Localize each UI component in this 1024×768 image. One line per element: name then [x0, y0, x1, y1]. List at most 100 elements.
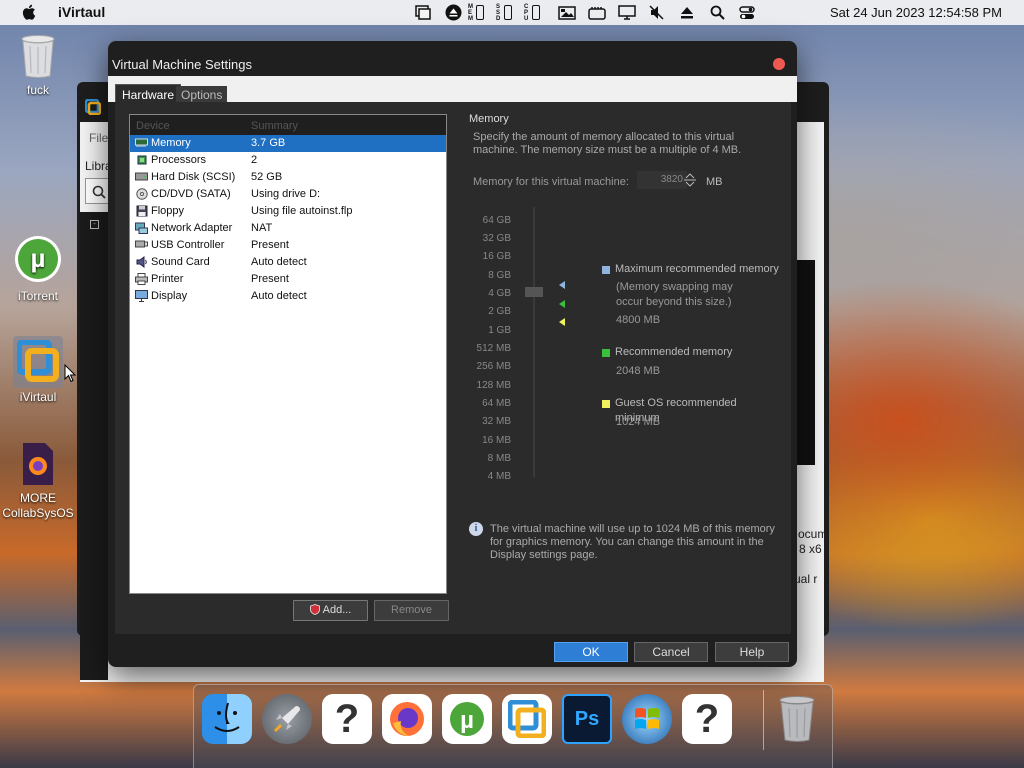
memory-input[interactable]: 3820: [637, 171, 687, 189]
desktop-icon-more-collabsysos[interactable]: MORE CollabSysOS: [0, 442, 76, 521]
scale-label: 4 MB: [487, 471, 511, 482]
column-device[interactable]: Device: [136, 120, 170, 132]
library-tree[interactable]: -: [80, 212, 108, 680]
device-row-printer[interactable]: Printer Present: [130, 271, 446, 288]
trash-icon: [779, 696, 815, 742]
graphics-memory-note: The virtual machine will use up to 1024 …: [490, 523, 775, 561]
desktop-icon-label: iVirtaul: [19, 390, 57, 404]
search-icon: [92, 185, 106, 199]
device-row-cd-dvd[interactable]: CD/DVD (SATA) Using drive D:: [130, 186, 446, 203]
wifi-sync-icon[interactable]: [408, 3, 438, 23]
dock-photoshop[interactable]: Ps: [562, 694, 612, 744]
desktop-icon-itorrent[interactable]: µ iTorrent: [0, 234, 76, 304]
svg-text:µ: µ: [31, 243, 46, 273]
eject-circle-icon[interactable]: [438, 3, 468, 23]
dialog-title: Virtual Machine Settings: [112, 57, 252, 72]
column-summary[interactable]: Summary: [251, 120, 298, 132]
ssd-gauge-icon: [504, 5, 512, 20]
ssd-status[interactable]: SSD: [496, 3, 524, 23]
memory-field-label: Memory for this virtual machine:: [473, 176, 629, 188]
device-row-network-adapter[interactable]: Network Adapter NAT: [130, 220, 446, 237]
memory-slider-track[interactable]: [533, 207, 535, 477]
legend-swatch-guest-minimum: [602, 400, 610, 408]
mouse-pointer-icon: [64, 364, 76, 383]
network-icon: [135, 222, 148, 234]
cancel-button[interactable]: Cancel: [634, 642, 708, 662]
collapse-icon[interactable]: -: [90, 220, 99, 229]
apple-logo-icon[interactable]: [22, 3, 38, 21]
card-icon[interactable]: [582, 3, 612, 23]
image-icon[interactable]: [552, 3, 582, 23]
device-row-hard-disk[interactable]: Hard Disk (SCSI) 52 GB: [130, 169, 446, 186]
dock-unknown-app[interactable]: ?: [322, 694, 372, 744]
unknown-app-icon-2: ?: [694, 696, 720, 741]
scale-label: 32 MB: [482, 416, 511, 427]
svg-text:µ: µ: [460, 707, 474, 734]
device-list[interactable]: Device Summary Memory 3.7 GB Processors …: [129, 114, 447, 594]
device-row-display[interactable]: Display Auto detect: [130, 288, 446, 305]
remove-device-button[interactable]: Remove: [374, 600, 449, 621]
menubar-clock[interactable]: Sat 24 Jun 2023 12:54:58 PM: [830, 5, 1002, 20]
device-row-floppy[interactable]: Floppy Using file autoinst.flp: [130, 203, 446, 220]
utorrent-icon: µ: [450, 702, 484, 736]
hard-disk-icon: [135, 171, 148, 183]
windows-icon: [635, 708, 659, 729]
dock-trash[interactable]: [772, 694, 822, 744]
dock-finder[interactable]: [202, 694, 252, 744]
dock-windows[interactable]: [622, 694, 672, 744]
vmware-icon: [508, 700, 546, 738]
memory-settings: Memory Specify the amount of memory allo…: [463, 102, 783, 632]
display-icon[interactable]: [612, 3, 642, 23]
device-row-usb-controller[interactable]: USB Controller Present: [130, 237, 446, 254]
memory-spinner[interactable]: [683, 171, 697, 189]
help-button[interactable]: Help: [715, 642, 789, 662]
photoshop-icon: Ps: [574, 707, 600, 730]
memory-unit: MB: [706, 176, 723, 188]
vm-settings-dialog: Virtual Machine Settings Hardware Option…: [108, 41, 797, 667]
floppy-icon: [135, 205, 148, 217]
device-row-processors[interactable]: Processors 2: [130, 152, 446, 169]
dock-launchpad[interactable]: [262, 694, 312, 744]
file-menu[interactable]: File: [89, 131, 108, 145]
scale-label: 8 MB: [487, 453, 511, 464]
app-name[interactable]: iVirtaul: [58, 4, 105, 20]
legend-max-note: (Memory swapping may occur beyond this s…: [616, 281, 733, 308]
memory-slider-handle[interactable]: [525, 287, 543, 297]
usb-icon: [135, 239, 148, 251]
max-recommended-marker: [559, 281, 565, 289]
ok-button[interactable]: OK: [554, 642, 628, 662]
eject-icon[interactable]: [672, 3, 702, 23]
desktop-icon-trash[interactable]: fuck: [0, 34, 76, 98]
device-row-memory[interactable]: Memory 3.7 GB: [130, 135, 446, 152]
dock-unknown-app-2[interactable]: ?: [682, 694, 732, 744]
search-icon[interactable]: [702, 3, 732, 23]
desktop-icon-label: iTorrent: [17, 289, 58, 303]
memory-gauge-icon: [476, 5, 484, 20]
device-row-sound-card[interactable]: Sound Card Auto detect: [130, 254, 446, 271]
mute-icon[interactable]: [642, 3, 672, 23]
dock-vmware[interactable]: [502, 694, 552, 744]
unknown-app-icon: ?: [334, 696, 360, 741]
scale-label: 64 MB: [482, 398, 511, 409]
background-text: ocum: [798, 527, 828, 541]
cpu-icon: [135, 154, 148, 166]
control-center-icon[interactable]: [732, 3, 762, 23]
scale-label: 1 GB: [488, 325, 511, 336]
scale-label: 128 MB: [476, 380, 511, 391]
memory-section-title: Memory: [469, 113, 509, 125]
firefox-doc-icon: [23, 443, 53, 485]
legend-swatch-recommended: [602, 349, 610, 357]
scale-label: 32 GB: [482, 233, 511, 244]
cpu-status[interactable]: CPU: [524, 3, 552, 23]
legend-swatch-max: [602, 266, 610, 274]
dock-utorrent[interactable]: µ: [442, 694, 492, 744]
add-device-button[interactable]: Add...: [293, 600, 368, 621]
spinner-arrows-icon: [684, 173, 696, 187]
dock-separator: [763, 690, 764, 750]
hardware-panel: Device Summary Memory 3.7 GB Processors …: [115, 102, 791, 634]
dock-firefox[interactable]: [382, 694, 432, 744]
memory-status[interactable]: MEM: [468, 3, 496, 23]
device-list-header: Device Summary: [130, 115, 446, 135]
close-button[interactable]: [773, 58, 785, 70]
scale-label: 16 GB: [482, 251, 511, 262]
